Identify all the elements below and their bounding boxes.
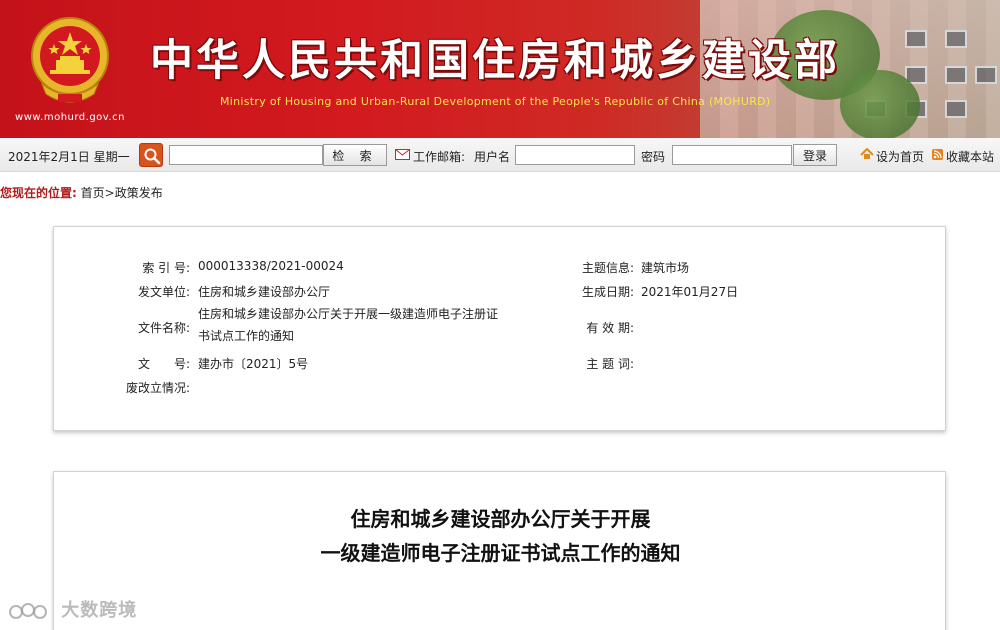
- ministry-title-en: Ministry of Housing and Urban-Rural Deve…: [220, 95, 771, 108]
- watermark-logo-icon: [9, 603, 47, 619]
- username-label: 用户名: [474, 150, 511, 164]
- article-title: 住房和城乡建设部办公厅关于开展 一级建造师电子注册证书试点工作的通知: [54, 502, 947, 570]
- search-icon[interactable]: [139, 143, 163, 167]
- work-mail-label: 工作邮箱:: [413, 150, 466, 164]
- search-input[interactable]: [169, 145, 323, 165]
- building-window: [905, 30, 927, 48]
- bookmark-icon: [932, 149, 943, 163]
- generated-date-key: 生成日期:: [581, 285, 634, 299]
- password-label: 密码: [641, 150, 666, 164]
- search-button[interactable]: 检 索: [323, 144, 387, 166]
- current-date: 2021年2月1日 星期一: [8, 150, 130, 164]
- breadcrumb-home-link[interactable]: 首页: [81, 186, 105, 200]
- status-key: 废改立情况:: [125, 381, 190, 395]
- set-homepage-link[interactable]: 设为首页: [876, 148, 924, 165]
- issuer-key: 发文单位:: [137, 285, 190, 299]
- document-name-key: 文件名称:: [137, 321, 190, 335]
- header-banner: www.mohurd.gov.cn 中华人民共和国住房和城乡建设部 Minist…: [0, 0, 1000, 138]
- document-info-panel: 索 引 号: 000013338/2021-00024 主题信息: 建筑市场 发…: [53, 226, 946, 431]
- watermark-text: 大数跨境: [61, 600, 138, 621]
- username-input[interactable]: [515, 145, 635, 165]
- document-number-key: 文 号:: [137, 357, 190, 371]
- building-window: [945, 30, 967, 48]
- generated-date-value: 2021年01月27日: [641, 285, 739, 299]
- breadcrumb-label: 您现在的位置:: [0, 186, 77, 200]
- issuer-value: 住房和城乡建设部办公厅: [198, 285, 331, 299]
- article-panel: 住房和城乡建设部办公厅关于开展 一级建造师电子注册证书试点工作的通知: [53, 471, 946, 630]
- index-number-key: 索 引 号:: [142, 261, 190, 275]
- validity-key: 有 效 期:: [586, 321, 634, 335]
- index-number-value: 000013338/2021-00024: [198, 259, 344, 273]
- home-icon: [860, 147, 874, 163]
- article-title-line-1: 住房和城乡建设部办公厅关于开展: [350, 507, 651, 531]
- top-toolbar: 2021年2月1日 星期一 检 索 工作邮箱: 用户名 密码 登录 设为首页 收…: [0, 138, 1000, 172]
- breadcrumb-separator: >: [104, 186, 115, 200]
- login-button[interactable]: 登录: [793, 144, 837, 166]
- bookmark-site-link[interactable]: 收藏本站: [946, 148, 994, 165]
- password-input[interactable]: [672, 145, 792, 165]
- watermark: 大数跨境: [8, 596, 137, 622]
- topic-value: 建筑市场: [641, 261, 690, 275]
- site-url: www.mohurd.gov.cn: [15, 112, 125, 123]
- mail-icon: [395, 149, 410, 163]
- building-window: [945, 66, 967, 84]
- tree: [840, 70, 920, 138]
- article-title-line-2: 一级建造师电子注册证书试点工作的通知: [320, 541, 681, 565]
- document-number-value: 建办市〔2021〕5号: [198, 357, 309, 371]
- document-name-value: 住房和城乡建设部办公厅关于开展一级建造师电子注册证书试点工作的通知: [198, 307, 499, 343]
- ministry-title-cn: 中华人民共和国住房和城乡建设部: [150, 36, 840, 86]
- building-window: [945, 100, 967, 118]
- breadcrumb-section-link[interactable]: 政策发布: [115, 186, 163, 200]
- keywords-key: 主 题 词:: [586, 357, 634, 371]
- breadcrumb: 您现在的位置: 首页>政策发布: [0, 184, 163, 201]
- national-emblem-icon: [28, 14, 112, 106]
- building-window: [975, 66, 997, 84]
- topic-key: 主题信息:: [581, 261, 634, 275]
